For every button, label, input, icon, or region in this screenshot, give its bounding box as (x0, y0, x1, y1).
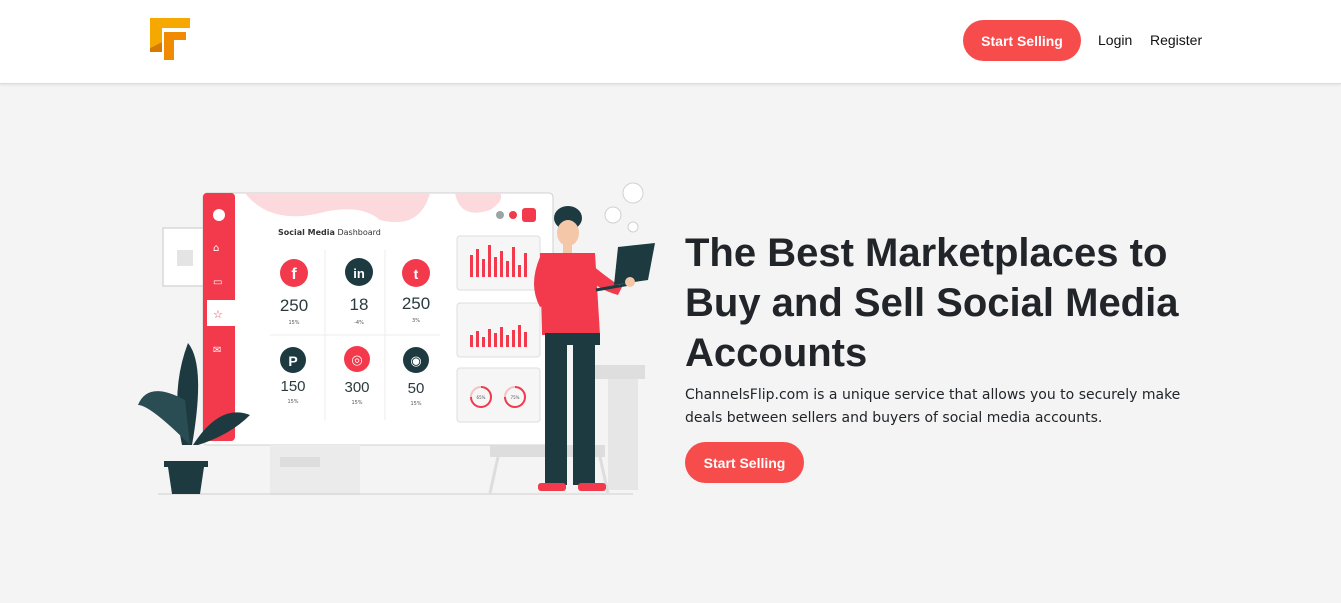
hero-title: The Best Marketplaces to Buy and Sell So… (685, 231, 1179, 375)
stat-sub: -4% (354, 320, 364, 326)
ring-label: 65% (477, 395, 486, 400)
stat-value: 18 (350, 295, 369, 314)
hero-illustration: ⌂ ▭ ☆ ✉ Social Media Dashboard f 250 15%… (138, 182, 655, 495)
svg-text:in: in (353, 266, 365, 281)
dashboard-title-bold: Social Media (278, 228, 335, 237)
svg-text:⌂: ⌂ (213, 243, 219, 254)
stat-value: 150 (280, 378, 305, 395)
stat-sub: 15% (351, 400, 362, 406)
svg-text:t: t (414, 266, 419, 282)
svg-text:P: P (288, 353, 297, 369)
svg-text:☆: ☆ (213, 308, 223, 321)
svg-text:◉: ◉ (410, 354, 421, 369)
logo-icon[interactable] (150, 18, 190, 60)
svg-text:f: f (291, 266, 297, 283)
svg-text:◎: ◎ (351, 353, 362, 368)
stat-value: 250 (402, 294, 430, 313)
stat-sub: 3% (412, 318, 420, 324)
stat-sub: 15% (288, 320, 299, 326)
svg-text:Social Media Dashboard: Social Media Dashboard (278, 228, 381, 237)
site-header: Start Selling Login Register (0, 0, 1341, 84)
register-link[interactable]: Register (1150, 32, 1202, 48)
svg-text:▭: ▭ (213, 277, 222, 288)
stat-sub: 15% (410, 401, 421, 407)
stat-value: 50 (408, 380, 425, 397)
dashboard-title-rest: Dashboard (335, 228, 381, 237)
stat-value: 250 (280, 296, 308, 315)
svg-text:✉: ✉ (213, 345, 221, 356)
login-link[interactable]: Login (1098, 32, 1132, 48)
stat-sub: 15% (287, 399, 298, 405)
hero-description: ChannelsFlip.com is a unique service tha… (685, 387, 1181, 426)
ring-label: 75% (511, 395, 520, 400)
hero-start-selling-button[interactable]: Start Selling (685, 442, 804, 483)
nav-start-selling-button[interactable]: Start Selling (963, 20, 1081, 61)
stat-value: 300 (344, 379, 369, 396)
